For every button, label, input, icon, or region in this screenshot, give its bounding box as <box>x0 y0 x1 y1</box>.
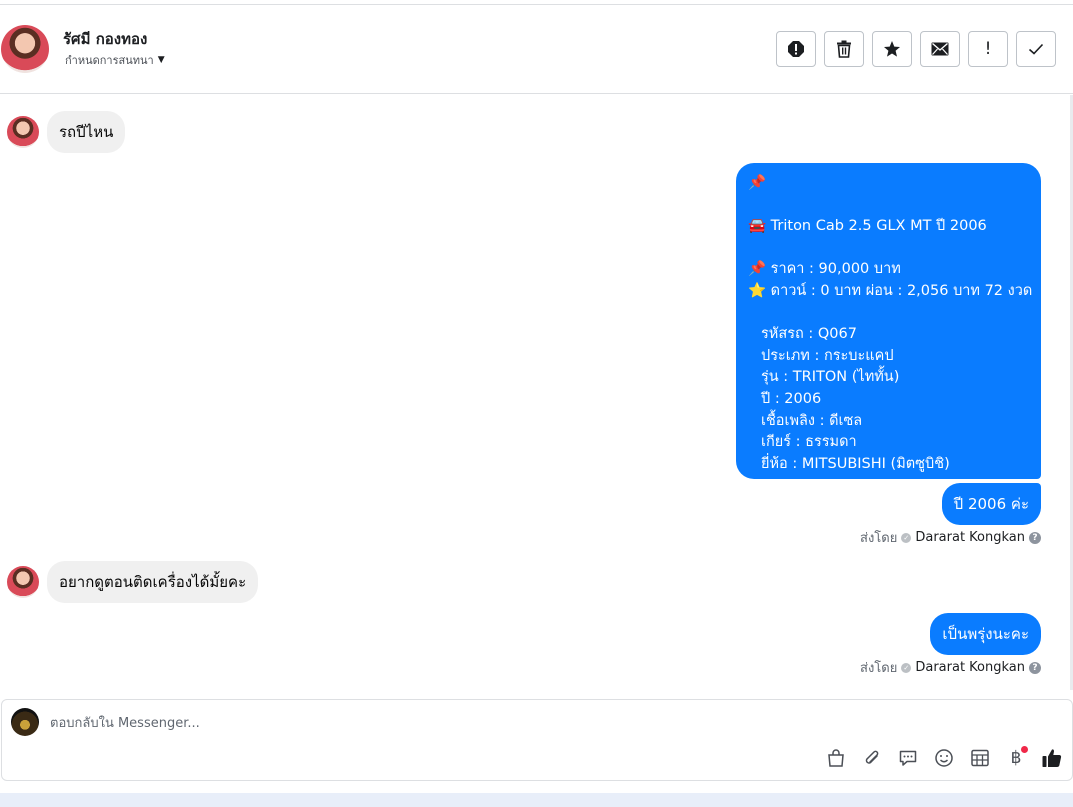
card-line <box>748 303 1029 325</box>
trash-icon <box>837 40 851 58</box>
shopping-bag-icon[interactable] <box>824 746 848 770</box>
assign-label: กำหนดการสนทนา <box>65 54 154 67</box>
saved-reply-icon[interactable] <box>896 746 920 770</box>
verified-icon: ✓ <box>901 532 912 543</box>
star-icon <box>884 41 900 57</box>
table-icon[interactable] <box>968 746 992 770</box>
notification-dot <box>1021 746 1028 753</box>
help-icon[interactable]: ? <box>1029 531 1041 544</box>
sender-avatar <box>7 116 39 148</box>
card-brand: ยี่ห้อ : MITSUBISHI (มิตซูบิชิ) <box>761 455 950 472</box>
card-line <box>748 238 1029 260</box>
bottom-panel-edge <box>0 793 1073 807</box>
card-price: 📌 ราคา : 90,000 บาท <box>748 261 901 278</box>
incoming-message[interactable]: อยากดูตอนติดเครื่องได้มั้ยคะ <box>47 561 259 603</box>
sent-by-label: ส่งโดย <box>860 531 898 546</box>
follow-up-button[interactable]: ! <box>968 31 1008 67</box>
conversation-header: รัศมี กองทอง กำหนดการสนทนา ▼ ! <box>0 5 1073 94</box>
card-fuel: เชื้อเพลิง : ดีเซล <box>761 412 863 429</box>
outgoing-message[interactable]: เป็นพรุ่งนะคะ <box>930 613 1041 655</box>
page-avatar <box>11 708 39 736</box>
help-icon[interactable]: ? <box>1029 661 1041 674</box>
paperclip-icon[interactable] <box>860 746 884 770</box>
outgoing-listing-message[interactable]: 📌 🚘 Triton Cab 2.5 GLX MT ปี 2006 📌 ราคา… <box>736 163 1041 479</box>
card-down-payment: ⭐ ดาวน์ : 0 บาท ผ่อน : 2,056 บาท 72 งวด <box>748 282 1033 299</box>
card-line: 📌 <box>748 175 767 191</box>
check-icon <box>1028 43 1044 55</box>
sender-name[interactable]: Dararat Kongkan <box>915 660 1025 675</box>
star-button[interactable] <box>872 31 912 67</box>
card-line <box>748 195 1029 217</box>
thumbs-up-icon[interactable] <box>1040 746 1064 770</box>
outgoing-message[interactable]: ปี 2006 ค่ะ <box>941 483 1041 525</box>
sender-name[interactable]: Dararat Kongkan <box>915 530 1025 545</box>
baht-payment-button[interactable]: ฿ <box>1004 746 1028 770</box>
exclamation-icon: ! <box>984 39 992 59</box>
incoming-message[interactable]: รถปีไหน <box>47 111 126 153</box>
mark-spam-button[interactable] <box>776 31 816 67</box>
assign-conversation-dropdown[interactable]: กำหนดการสนทนา ▼ <box>65 51 165 69</box>
mark-done-button[interactable] <box>1016 31 1056 67</box>
reply-composer: ฿ <box>1 699 1073 781</box>
reply-input[interactable] <box>50 713 750 733</box>
sent-by-info: ส่งโดย ✓ Dararat Kongkan ? <box>860 657 1041 678</box>
sent-by-info: ส่งโดย ✓ Dararat Kongkan ? <box>860 527 1041 548</box>
mark-unread-button[interactable] <box>920 31 960 67</box>
card-type: ประเภท : กระบะแคป <box>761 347 894 364</box>
sent-by-label: ส่งโดย <box>860 661 898 676</box>
envelope-icon <box>931 42 949 56</box>
header-toolbar: ! <box>776 31 1056 67</box>
contact-name[interactable]: รัศมี กองทอง <box>63 27 147 51</box>
card-year: ปี : 2006 <box>761 390 822 407</box>
card-model: รุ่น : TRITON (ไททั้น) <box>761 369 900 386</box>
verified-icon: ✓ <box>901 662 912 673</box>
card-gear: เกียร์ : ธรรมดา <box>761 434 857 451</box>
composer-toolbar: ฿ <box>824 746 1064 770</box>
message-thread[interactable]: รถปีไหน 📌 🚘 Triton Cab 2.5 GLX MT ปี 200… <box>0 95 1073 698</box>
baht-icon: ฿ <box>1010 748 1022 768</box>
contact-avatar[interactable] <box>1 25 49 73</box>
spam-icon <box>788 41 804 57</box>
caret-down-icon: ▼ <box>157 55 165 65</box>
card-title: 🚘 Triton Cab 2.5 GLX MT ปี 2006 <box>748 218 987 235</box>
sender-avatar <box>7 566 39 598</box>
emoji-icon[interactable] <box>932 746 956 770</box>
delete-button[interactable] <box>824 31 864 67</box>
card-code: รหัสรถ : Q067 <box>761 326 857 343</box>
